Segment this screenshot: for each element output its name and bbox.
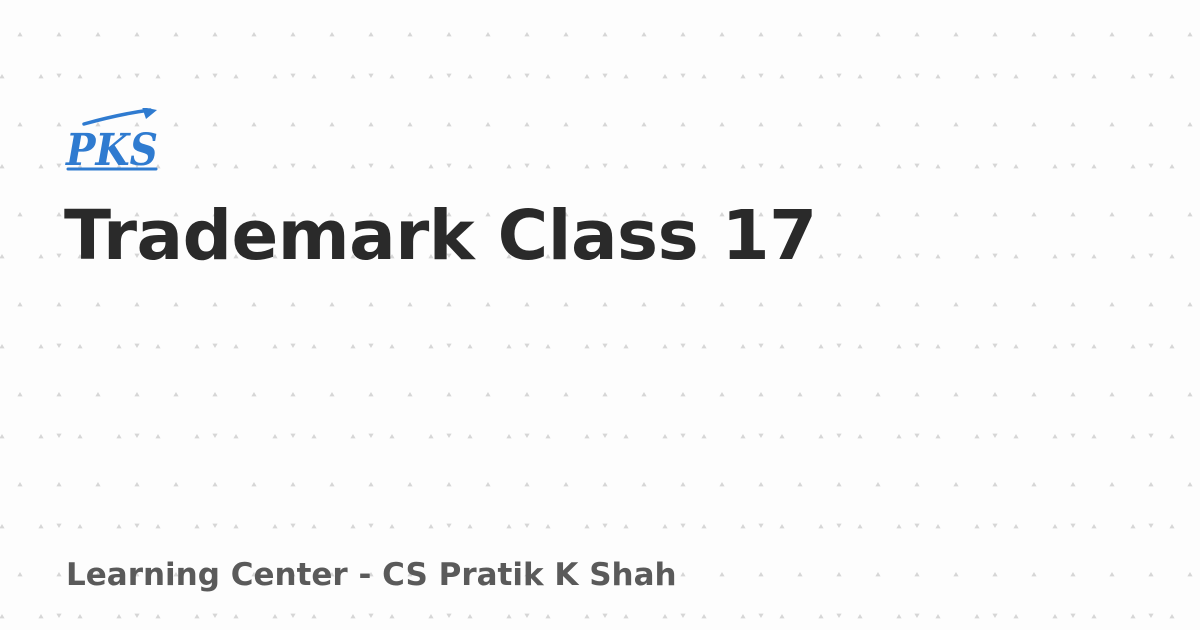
- page-title: Trademark Class 17: [64, 196, 817, 276]
- footer-byline: Learning Center - CS Pratik K Shah: [66, 557, 677, 593]
- social-share-card: PKS Trademark Class 17 Learning Center -…: [0, 0, 1200, 630]
- pks-logo-icon: PKS: [64, 108, 158, 174]
- dot-pattern-background: [0, 0, 1200, 630]
- logo-text: PKS: [64, 125, 158, 174]
- pks-logo: PKS: [62, 108, 164, 174]
